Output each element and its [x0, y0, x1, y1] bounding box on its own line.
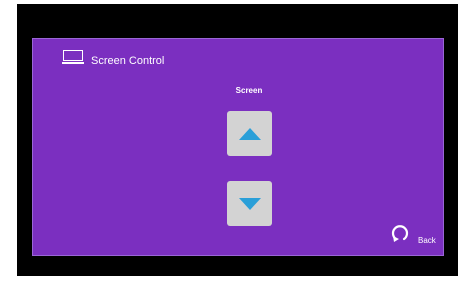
section-label: Screen [235, 86, 263, 95]
back-arrow-icon [391, 225, 409, 242]
screen-control-panel: Screen Control Screen Back [32, 38, 444, 256]
panel-header: Screen Control [62, 49, 165, 67]
back-button[interactable]: Back [390, 223, 436, 245]
screen-up-button[interactable] [227, 111, 272, 156]
page-title: Screen Control [91, 55, 165, 67]
arrow-up-icon [238, 127, 261, 140]
arrow-down-icon [238, 197, 261, 210]
screen-icon [62, 49, 84, 64]
back-label: Back [418, 236, 436, 245]
screen-down-button[interactable] [227, 181, 272, 226]
